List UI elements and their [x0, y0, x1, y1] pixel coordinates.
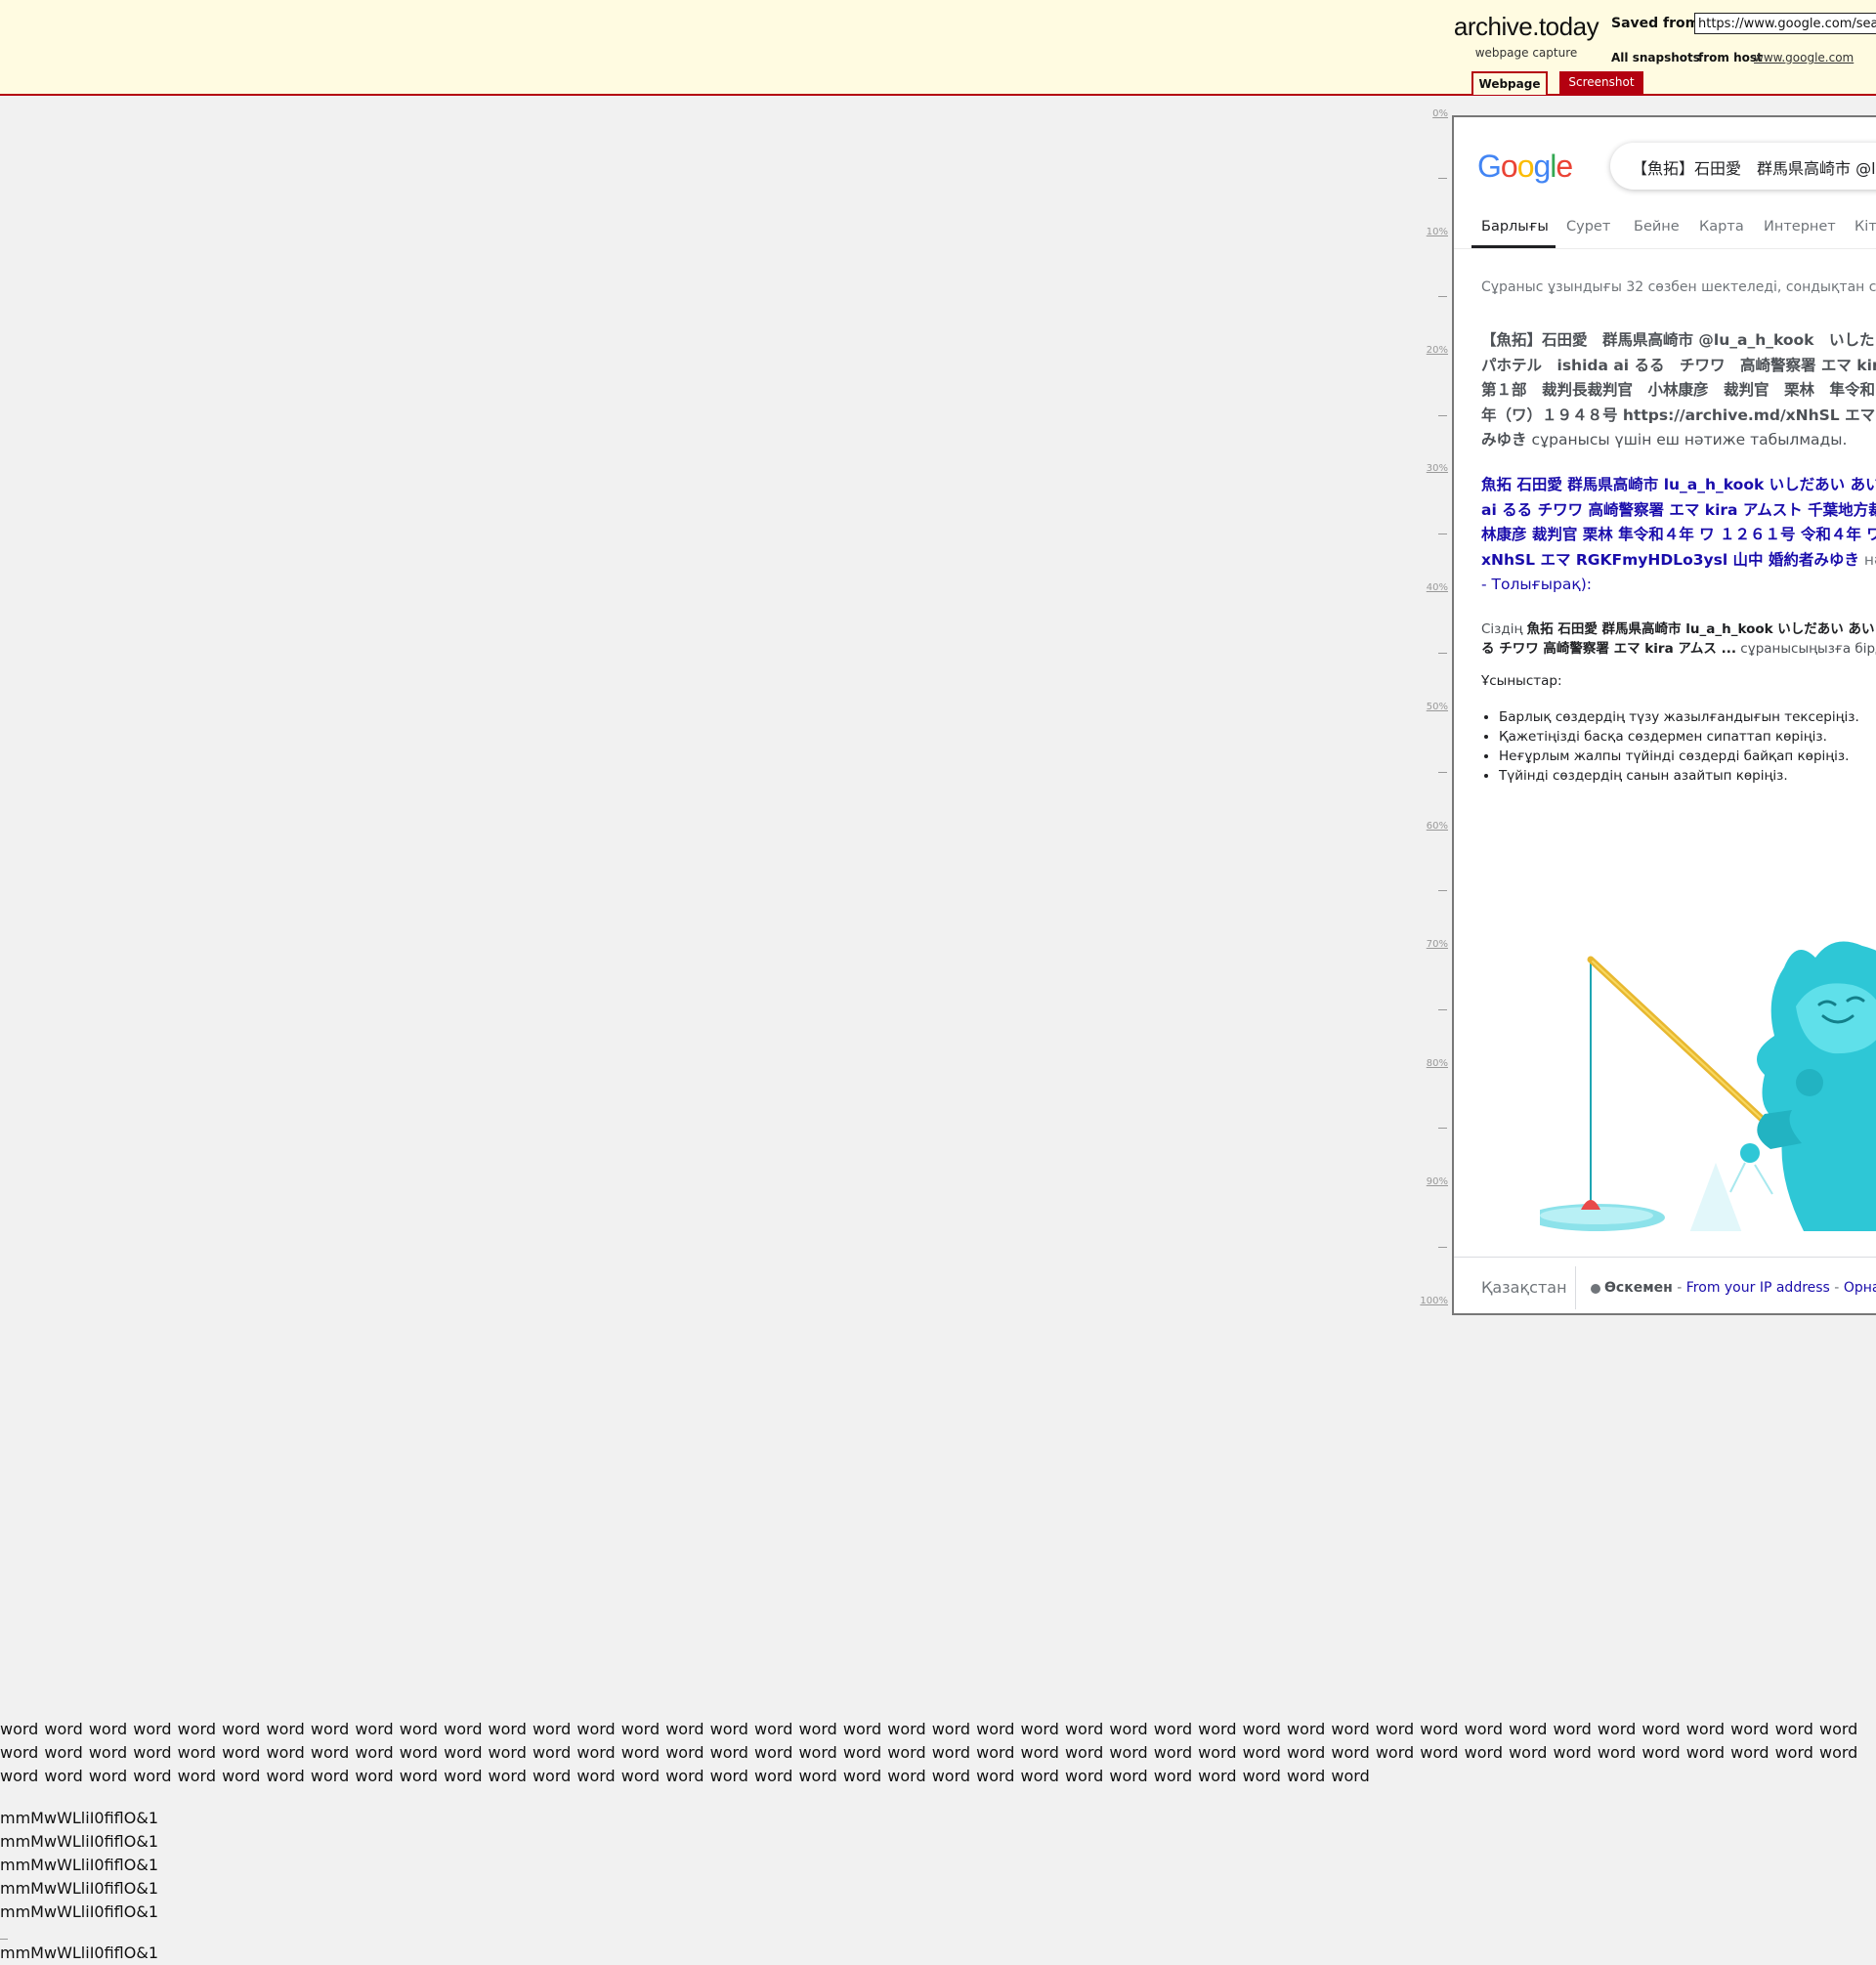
results-text: нәти: [1863, 550, 1876, 569]
ruler-tick: [1438, 1009, 1447, 1010]
ruler-tick: [1438, 415, 1447, 416]
ruler-label[interactable]: 80%: [1427, 1058, 1448, 1069]
ip-address-link[interactable]: From your IP address: [1686, 1280, 1830, 1296]
alternate-query-link[interactable]: 魚拓 石田愛 群馬県高崎市 lu_a_h_kook いしだあい あい ai るる…: [1481, 473, 1876, 598]
logo-letter: g: [1533, 149, 1551, 184]
google-logo[interactable]: Google: [1477, 149, 1573, 185]
tab-web[interactable]: Интернет: [1764, 219, 1836, 235]
archive-title[interactable]: archive.today: [1453, 12, 1599, 42]
tab-screenshot[interactable]: Screenshot: [1559, 71, 1643, 95]
footer-sep: -: [1829, 1280, 1844, 1296]
did-not-rest: сұранысыңызға бірд: [1736, 641, 1876, 657]
ruler-tick: [1438, 178, 1447, 179]
ruler-label[interactable]: 100%: [1420, 1296, 1448, 1306]
separator: [0, 1939, 8, 1940]
tab-videos[interactable]: Бейне: [1634, 219, 1680, 235]
ruler-tick: [1438, 1247, 1447, 1248]
tab-books[interactable]: Кіта: [1855, 219, 1876, 235]
suggestion-item: Қажетіңізді басқа сөздермен сипаттап көр…: [1499, 727, 1859, 747]
host-link[interactable]: www.google.com: [1754, 51, 1854, 64]
more-link[interactable]: Толығырақ: [1492, 576, 1581, 593]
tab-webpage[interactable]: Webpage: [1471, 71, 1548, 95]
fishing-monster-illustration: [1540, 941, 1876, 1231]
location-dot-icon: [1591, 1284, 1600, 1294]
query-line: 第１部 裁判長裁判官 小林康彦 裁判官 栗林 隼令和: [1481, 381, 1876, 399]
did-not-query-1: 魚拓 石田愛 群馬県高崎市 lu_a_h_kook いしだあい あい: [1526, 621, 1875, 637]
ruler-label[interactable]: 10%: [1427, 227, 1448, 237]
glyph-test-line: mmMwWLliI0fiflO&1: [0, 1902, 158, 1921]
archive-header: archive.today webpage capture Saved from…: [0, 0, 1876, 96]
suggestions-list: Барлық сөздердің түзу жазылғандығын текс…: [1481, 707, 1859, 786]
ruler-tick: [1438, 653, 1447, 654]
logo-letter: o: [1500, 149, 1518, 184]
logo-letter: e: [1556, 149, 1573, 184]
query-line: パホテル ishida ai るる チワワ 高崎警察署 エマ kira: [1481, 356, 1876, 374]
logo-letter: o: [1516, 149, 1535, 184]
ruler-label[interactable]: 30%: [1427, 463, 1448, 474]
suggestions-label: Ұсыныстар:: [1481, 673, 1562, 689]
ruler-label[interactable]: 50%: [1427, 702, 1448, 712]
search-box[interactable]: 【魚拓】石田愛 群馬県高崎市 @lu: [1610, 143, 1876, 190]
did-not-line: る チワワ 高崎警察署 エマ kira アムス ... сұранысыңызғ…: [1481, 639, 1876, 659]
glyph-test-line: mmMwWLliI0fiflO&1: [0, 1809, 158, 1827]
glyph-test-line: mmMwWLliI0fiflO&1: [0, 1832, 158, 1851]
truncation-note: Сұраныс ұзындығы 32 сөзбен шектеледі, со…: [1481, 279, 1876, 295]
glyph-test-line: mmMwWLliI0fiflO&1: [0, 1879, 158, 1898]
glyph-test-line: mmMwWLliI0fiflO&1: [0, 1944, 158, 1962]
link-end[interactable]: xNhSL エマ RGKFmyHDLo3ysl 山中 婚約者みゆき: [1481, 551, 1859, 569]
suggestion-item: Неғұрлым жалпы түйінді сөздерді байқап к…: [1499, 747, 1859, 766]
did-not-line: Сіздің 魚拓 石田愛 群馬県高崎市 lu_a_h_kook いしだあい あ…: [1481, 619, 1876, 639]
archive-brand[interactable]: archive.today webpage capture: [1453, 12, 1599, 60]
ruler-tick: [1438, 1128, 1447, 1129]
ruler-label[interactable]: 90%: [1427, 1176, 1448, 1187]
footer-divider: [1454, 1257, 1876, 1258]
ruler-tick: [1438, 296, 1447, 297]
did-not-query-2: る チワワ 高崎警察署 エマ kira アムス ...: [1481, 641, 1737, 657]
footer-separator: [1575, 1266, 1576, 1309]
ruler-label[interactable]: 60%: [1427, 821, 1448, 832]
tab-maps[interactable]: Карта: [1699, 219, 1744, 235]
word-paragraph: word word word word word word word word …: [0, 1720, 1858, 1785]
no-results-text: сұранысы үшін еш нәтиже табылмады.: [1526, 431, 1848, 449]
tabs-divider: [1454, 248, 1876, 249]
no-results-message: 【魚拓】石田愛 群馬県高崎市 @lu_a_h_kook いした パホテル ish…: [1481, 328, 1876, 453]
footer-location: Өскемен - From your IP address - Орнал: [1604, 1280, 1876, 1296]
more-suffix: ):: [1580, 576, 1592, 593]
from-host-label: from host: [1698, 51, 1763, 64]
link-line[interactable]: 魚拓 石田愛 群馬県高崎市 lu_a_h_kook いしだあい あい: [1481, 473, 1876, 498]
tab-all[interactable]: Барлығы: [1481, 219, 1549, 235]
archive-subtitle: webpage capture: [1474, 46, 1578, 60]
logo-letter: G: [1477, 149, 1502, 184]
link-line[interactable]: 林康彦 裁判官 栗林 隼令和４年 ワ １２６１号 令和４年 ワ: [1481, 523, 1876, 548]
footer-country: Қазақстан: [1481, 1278, 1567, 1297]
query-line: 年（ワ）１９４８号 https://archive.md/xNhSL エマ@: [1481, 406, 1876, 424]
ruler-label[interactable]: 70%: [1427, 939, 1448, 950]
query-end: みゆき: [1481, 431, 1527, 449]
tab-images[interactable]: Сурет: [1566, 219, 1610, 235]
search-input[interactable]: 【魚拓】石田愛 群馬県高崎市 @lu: [1632, 155, 1876, 179]
did-not-prefix: Сіздің: [1481, 621, 1527, 637]
more-line: - Толығырақ):: [1481, 573, 1876, 598]
update-location-link[interactable]: Орнал: [1844, 1280, 1876, 1296]
saved-from-label: Saved from: [1611, 16, 1700, 31]
query-line: 【魚拓】石田愛 群馬県高崎市 @lu_a_h_kook いした: [1481, 331, 1875, 349]
more-prefix: -: [1481, 576, 1492, 593]
ruler-tick: [1438, 890, 1447, 891]
ruler-tick: [1438, 772, 1447, 773]
ruler-label[interactable]: 0%: [1432, 108, 1448, 119]
saved-from-url-input[interactable]: [1694, 13, 1876, 34]
footer-sep: -: [1672, 1280, 1686, 1296]
link-line[interactable]: xNhSL エマ RGKFmyHDLo3ysl 山中 婚約者みゆき нәти: [1481, 548, 1876, 574]
query-line: みゆき сұранысы үшін еш нәтиже табылмады.: [1481, 428, 1876, 453]
ruler-label[interactable]: 20%: [1427, 345, 1448, 356]
glyph-test-line: mmMwWLliI0fiflO&1: [0, 1856, 158, 1874]
capture-frame: Google 【魚拓】石田愛 群馬県高崎市 @lu Барлығы Сурет …: [1452, 115, 1876, 1315]
footer-city: Өскемен: [1604, 1280, 1673, 1296]
did-not-match-message: Сіздің 魚拓 石田愛 群馬県高崎市 lu_a_h_kook いしだあい あ…: [1481, 619, 1876, 659]
link-line[interactable]: ai るる チワワ 高崎警察署 エマ kira アムスト 千葉地方裁: [1481, 498, 1876, 524]
all-snapshots-link[interactable]: All snapshots: [1611, 51, 1700, 64]
suggestion-item: Түйінді сөздердің санын азайтып көріңіз.: [1499, 766, 1859, 786]
suggestion-item: Барлық сөздердің түзу жазылғандығын текс…: [1499, 707, 1859, 727]
ruler-label[interactable]: 40%: [1427, 582, 1448, 593]
